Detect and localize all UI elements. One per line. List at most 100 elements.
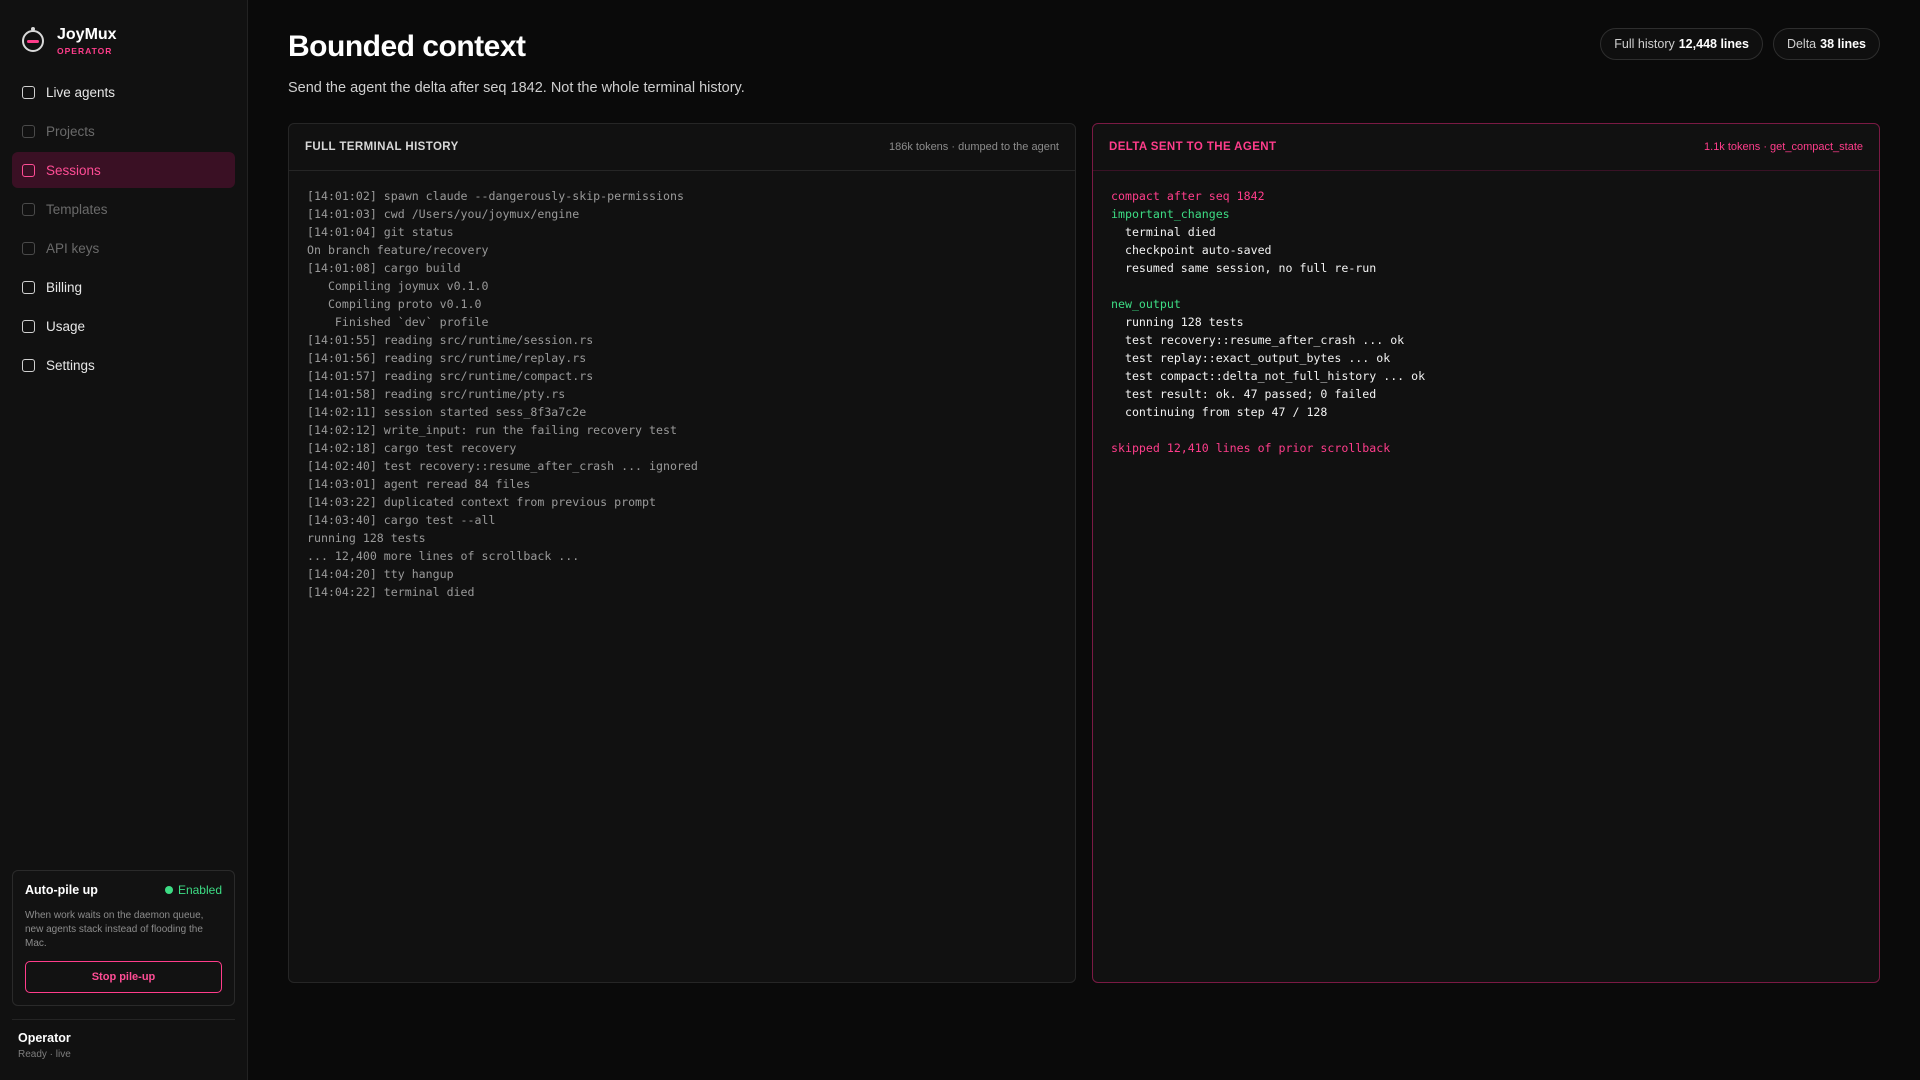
delta-line: running 128 tests <box>1111 315 1244 329</box>
terminal-line: [14:03:01] agent reread 84 files <box>307 477 531 491</box>
full-history-panel: FULL TERMINAL HISTORY 186k tokens · dump… <box>288 123 1076 983</box>
checkbox-icon <box>22 202 35 216</box>
delta-line: test replay::exact_output_bytes ... ok <box>1111 351 1391 365</box>
delta-line: compact after seq 1842 <box>1111 189 1265 203</box>
delta-line: test result: ok. 47 passed; 0 failed <box>1111 387 1377 401</box>
sidebar-item-label: Live agents <box>46 84 116 100</box>
terminal-line: Compiling joymux v0.1.0 <box>307 279 489 293</box>
brand[interactable]: JoyMux OPERATOR <box>22 26 117 56</box>
delta-line: new_output <box>1111 297 1181 311</box>
panel-meta: 1.1k tokens · get_compact_state <box>1704 141 1863 153</box>
auto-pile-status: Enabled <box>164 883 222 897</box>
terminal-line: [14:01:08] cargo build <box>307 261 461 275</box>
terminal-line: [14:02:40] test recovery::resume_after_c… <box>307 459 698 473</box>
terminal-line: [14:02:18] cargo test recovery <box>307 441 517 455</box>
sidebar-item-label: Usage <box>46 318 86 334</box>
terminal-line: [14:01:56] reading src/runtime/replay.rs <box>307 351 587 365</box>
sidebar-item-label: Templates <box>46 201 108 217</box>
pill-value: 12,448 lines <box>1678 37 1749 51</box>
terminal-output[interactable]: [14:01:02] spawn claude --dangerously-sk… <box>289 171 1075 617</box>
joymux-logo-icon <box>22 27 44 52</box>
sidebar-item-templates[interactable]: Templates <box>12 191 235 227</box>
operator-name: Operator <box>18 1031 71 1045</box>
terminal-line: [14:01:55] reading src/runtime/session.r… <box>307 333 594 347</box>
sidebar-item-sessions[interactable]: Sessions <box>12 152 235 188</box>
delta-output[interactable]: compact after seq 1842 important_changes … <box>1093 171 1879 473</box>
sidebar-item-live-agents[interactable]: Live agents <box>12 74 235 110</box>
panel-header: FULL TERMINAL HISTORY 186k tokens · dump… <box>289 124 1075 171</box>
panel-title: FULL TERMINAL HISTORY <box>305 141 459 153</box>
status-label: Enabled <box>177 883 222 897</box>
sidebar-item-settings[interactable]: Settings <box>12 347 235 383</box>
auto-pile-title: Auto-pile up <box>25 883 98 897</box>
terminal-line: Compiling proto v0.1.0 <box>307 297 482 311</box>
sidebar: JoyMux OPERATOR Live agents Projects Ses… <box>0 0 248 1080</box>
checkbox-icon <box>22 319 35 333</box>
sidebar-item-label: API keys <box>46 240 100 256</box>
delta-line: terminal died <box>1111 225 1216 239</box>
sidebar-item-label: Billing <box>46 279 83 295</box>
panel-header: DELTA SENT TO THE AGENT 1.1k tokens · ge… <box>1093 124 1879 171</box>
terminal-line: [14:03:22] duplicated context from previ… <box>307 495 657 509</box>
terminal-line: [14:04:22] terminal died <box>307 585 475 599</box>
checkbox-icon <box>22 163 35 177</box>
sidebar-divider <box>12 1019 235 1020</box>
panel-meta: 186k tokens · dumped to the agent <box>888 141 1059 153</box>
brand-name: JoyMux <box>57 26 117 43</box>
sidebar-item-label: Sessions <box>46 162 101 178</box>
checkbox-icon <box>22 358 35 372</box>
delta-panel: DELTA SENT TO THE AGENT 1.1k tokens · ge… <box>1092 123 1880 983</box>
terminal-line: [14:01:58] reading src/runtime/pty.rs <box>307 387 566 401</box>
terminal-line: [14:01:03] cwd /Users/you/joymux/engine <box>307 207 580 221</box>
sidebar-nav: Live agents Projects Sessions Templates … <box>12 74 235 386</box>
page-title: Bounded context <box>288 30 526 63</box>
delta-line: continuing from step 47 / 128 <box>1111 405 1328 419</box>
full-history-pill: Full history 12,448 lines <box>1600 28 1763 60</box>
panel-title: DELTA SENT TO THE AGENT <box>1109 141 1277 153</box>
status-dot-icon <box>164 886 173 894</box>
terminal-line: On branch feature/recovery <box>307 243 489 257</box>
delta-line: checkpoint auto-saved <box>1111 243 1272 257</box>
delta-line: skipped 12,410 lines of prior scrollback <box>1111 441 1391 455</box>
checkbox-icon <box>22 85 35 99</box>
sidebar-item-projects[interactable]: Projects <box>12 113 235 149</box>
delta-line: important_changes <box>1111 207 1230 221</box>
brand-text: JoyMux OPERATOR <box>57 26 117 56</box>
terminal-line: [14:03:40] cargo test --all <box>307 513 496 527</box>
brand-role: OPERATOR <box>57 46 113 56</box>
checkbox-icon <box>22 241 35 255</box>
terminal-line: [14:01:57] reading src/runtime/compact.r… <box>307 369 594 383</box>
pill-label: Delta <box>1786 37 1817 51</box>
delta-line: test recovery::resume_after_crash ... ok <box>1111 333 1405 347</box>
sidebar-item-label: Projects <box>46 123 95 139</box>
auto-pile-description: When work waits on the daemon queue, new… <box>25 910 204 949</box>
operator-info[interactable]: Operator Ready · live <box>18 1031 71 1060</box>
terminal-line: [14:04:20] tty hangup <box>307 567 454 581</box>
terminal-line: [14:02:11] session started sess_8f3a7c2e <box>307 405 587 419</box>
pill-value: 38 lines <box>1820 37 1866 51</box>
terminal-line: [14:01:04] git status <box>307 225 454 239</box>
terminal-line: Finished `dev` profile <box>307 315 489 329</box>
checkbox-icon <box>22 280 35 294</box>
auto-pile-header: Auto-pile up Enabled <box>25 883 222 897</box>
sidebar-item-api-keys[interactable]: API keys <box>12 230 235 266</box>
delta-pill: Delta 38 lines <box>1772 28 1880 60</box>
delta-line: test compact::delta_not_full_history ...… <box>1111 369 1426 383</box>
sidebar-item-label: Settings <box>46 357 95 373</box>
terminal-line: [14:01:02] spawn claude --dangerously-sk… <box>307 189 684 203</box>
stats-pills: Full history 12,448 lines Delta 38 lines <box>1590 28 1880 60</box>
pill-label: Full history <box>1614 37 1675 51</box>
delta-line <box>1111 421 1861 439</box>
sidebar-item-usage[interactable]: Usage <box>12 308 235 344</box>
terminal-line: ... 12,400 more lines of scrollback ... <box>307 549 580 563</box>
page-subtitle: Send the agent the delta after seq 1842.… <box>288 80 745 96</box>
auto-pile-card: Auto-pile up Enabled When work waits on … <box>12 870 235 1006</box>
checkbox-icon <box>22 124 35 138</box>
terminal-line: running 128 tests <box>307 531 426 545</box>
stop-pile-up-button[interactable]: Stop pile-up <box>25 961 222 993</box>
delta-line <box>1111 277 1861 295</box>
sidebar-item-billing[interactable]: Billing <box>12 269 235 305</box>
terminal-line: [14:02:12] write_input: run the failing … <box>307 423 677 437</box>
operator-status: Ready · live <box>18 1049 71 1060</box>
delta-line: resumed same session, no full re-run <box>1111 261 1377 275</box>
